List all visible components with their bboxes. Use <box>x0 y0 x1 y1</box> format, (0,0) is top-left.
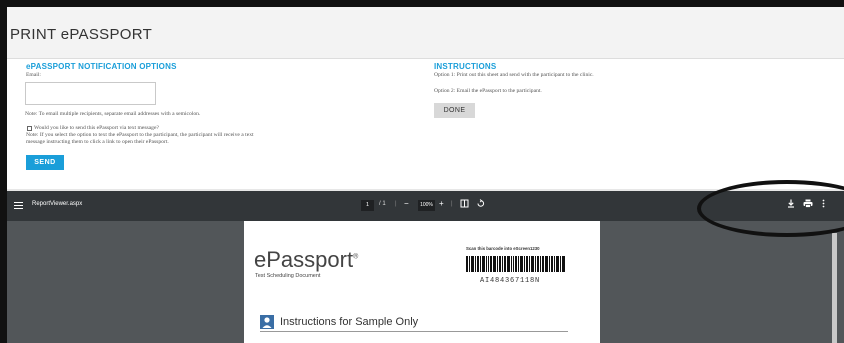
page-header: PRINT ePASSPORT <box>7 7 844 59</box>
pdf-viewer: ePassport® Test Scheduling Document Scan… <box>7 221 844 343</box>
instruction-option2: Option 2: Email the ePassport to the par… <box>434 88 542 94</box>
document-subtitle: Test Scheduling Document <box>255 273 321 279</box>
notification-title: ePASSPORT NOTIFICATION OPTIONS <box>26 62 177 71</box>
text-note-line2: message instructing them to click a link… <box>26 139 169 145</box>
page-number-input[interactable]: 1 <box>361 200 374 211</box>
options-form: ePASSPORT NOTIFICATION OPTIONS Email: No… <box>7 59 844 189</box>
document-code: AI484367118N <box>480 277 541 285</box>
document-page: ePassport® Test Scheduling Document Scan… <box>244 221 600 343</box>
zoom-out-icon[interactable]: − <box>404 199 409 208</box>
text-note-line1: Note: If you select the option to text t… <box>26 132 254 138</box>
barcode-image <box>466 256 565 272</box>
email-field[interactable] <box>25 82 156 105</box>
viewer-scrollbar[interactable] <box>832 233 837 343</box>
rotate-icon[interactable] <box>476 199 485 210</box>
instructions-heading: Instructions for Sample Only <box>280 316 419 328</box>
zoom-in-icon[interactable]: + <box>439 199 444 208</box>
instructions-title: INSTRUCTIONS <box>434 62 497 71</box>
done-button[interactable]: DONE <box>434 103 475 118</box>
instruction-option1: Option 1: Print out this sheet and send … <box>434 72 594 78</box>
page-total: / 1 <box>379 201 386 207</box>
send-button[interactable]: SEND <box>26 155 64 170</box>
email-label: Email: <box>26 72 41 78</box>
toolbar-separator: | <box>451 201 453 207</box>
person-icon <box>260 315 274 329</box>
scan-instruction: Scan this barcode into eScreen1230 <box>466 246 540 251</box>
fit-page-icon[interactable] <box>460 199 469 210</box>
toolbar-separator: | <box>395 201 397 207</box>
email-note: Note: To email multiple recipients, sepa… <box>25 111 201 117</box>
text-option-label: Would you like to send this ePassport vi… <box>34 125 159 131</box>
menu-icon[interactable] <box>14 202 23 209</box>
text-message-checkbox[interactable] <box>27 126 32 131</box>
page-title: PRINT ePASSPORT <box>10 26 153 43</box>
file-name: ReportViewer.aspx <box>32 201 83 207</box>
epassport-logo: ePassport® <box>254 247 359 272</box>
heading-underline <box>260 331 568 332</box>
zoom-level-input[interactable]: 100% <box>418 200 435 211</box>
